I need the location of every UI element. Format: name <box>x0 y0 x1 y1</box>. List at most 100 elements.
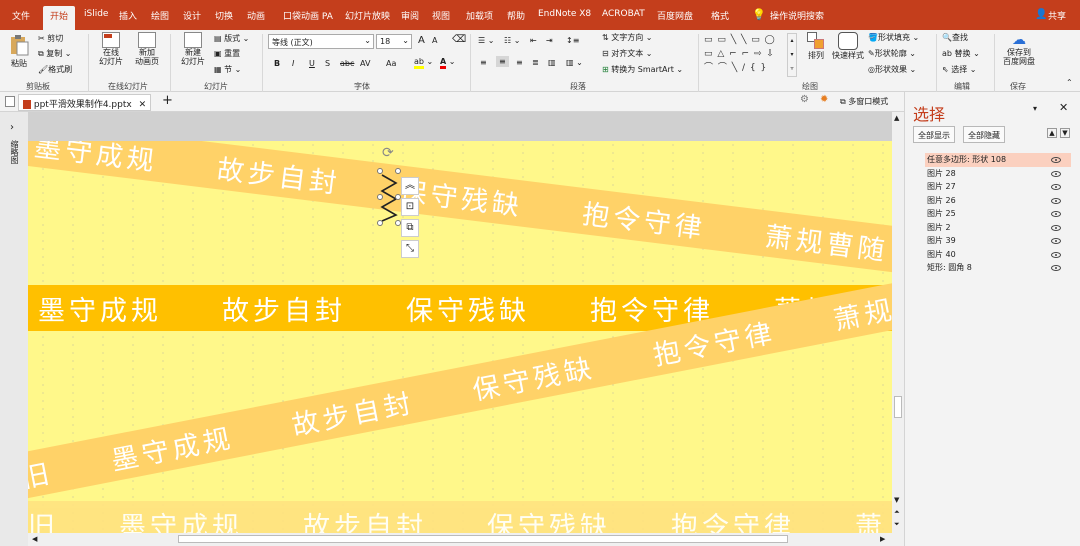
justify-icon[interactable]: ≣ <box>532 58 539 67</box>
layout-button[interactable]: ▤ 版式 ⌄ <box>214 33 249 44</box>
collapse-up-icon[interactable]: ︽ <box>401 177 419 195</box>
scroll-h-thumb[interactable] <box>178 535 788 543</box>
distribute-icon[interactable]: ▥ <box>548 58 556 67</box>
visibility-eye-icon[interactable] <box>1051 157 1061 163</box>
prev-slide-icon[interactable]: ⏶ <box>894 508 900 517</box>
visibility-eye-icon[interactable] <box>1051 238 1061 244</box>
arrange-button[interactable]: 排列 <box>804 32 828 61</box>
slide-canvas[interactable]: 墨守成规故步自封保守残缺抱令守律萧规曹随 墨守成规故步自封保守残缺抱令守律萧规曹… <box>28 141 892 533</box>
ribbon-tab[interactable]: 设计 <box>183 9 201 22</box>
ribbon-tab[interactable]: 百度网盘 <box>657 9 693 22</box>
shape-fill-button[interactable]: 🪣形状填充 ⌄ <box>868 32 919 43</box>
ribbon-tab[interactable]: ACROBAT <box>602 9 645 19</box>
copy-button[interactable]: ⧉ 复制 ⌄ <box>38 48 72 59</box>
selection-list-item[interactable]: 图片 27 <box>925 180 1071 194</box>
shape-effects-button[interactable]: ◎形状效果 ⌄ <box>868 64 916 75</box>
ribbon-tab[interactable]: 格式 <box>711 9 729 22</box>
ribbon-tab[interactable]: 动画 <box>247 9 265 22</box>
quick-styles-button[interactable]: 快速样式 <box>830 32 866 61</box>
ribbon-tab[interactable]: 视图 <box>432 9 450 22</box>
cut-button[interactable]: ✂ 剪切 <box>38 33 63 44</box>
rotate-handle-icon[interactable]: ⟳ <box>382 145 394 161</box>
selection-handle[interactable] <box>377 168 383 174</box>
share-button[interactable]: 共享 <box>1048 9 1066 22</box>
indent-decrease-icon[interactable]: ⇤ <box>530 36 537 45</box>
gear-icon[interactable]: ✹ <box>820 94 828 105</box>
ribbon-tab[interactable]: 口袋动画 PA <box>283 9 333 22</box>
ribbon-tab[interactable]: 开始 <box>43 6 76 30</box>
align-right-icon[interactable]: ≡ <box>516 58 523 67</box>
visibility-eye-icon[interactable] <box>1051 197 1061 204</box>
hide-all-button[interactable]: 全部隐藏 <box>963 126 1005 143</box>
text-direction-button[interactable]: ⇅ 文字方向 ⌄ <box>602 32 653 43</box>
bring-forward-icon[interactable]: ⧉ <box>401 219 419 237</box>
underline-button[interactable]: U <box>309 59 315 68</box>
horizontal-scrollbar[interactable]: ◀ ▶ <box>28 533 892 546</box>
columns-icon[interactable]: ▥ ⌄ <box>566 58 583 67</box>
save-to-baidu-button[interactable]: ☁ 保存到 百度网盘 <box>998 32 1040 66</box>
font-color-button[interactable]: A ⌄ <box>440 57 455 69</box>
indent-increase-icon[interactable]: ⇥ <box>546 36 553 45</box>
visibility-eye-icon[interactable] <box>1051 224 1061 231</box>
settings-icon[interactable]: ⚙ <box>800 94 809 105</box>
selection-list-item[interactable]: 任意多边形: 形状 108 <box>925 153 1071 167</box>
ribbon-tab[interactable]: 加载项 <box>466 9 493 22</box>
ribbon-tab[interactable]: 绘图 <box>151 9 169 22</box>
new-slide-button[interactable]: 新建 幻灯片 <box>176 32 210 66</box>
ribbon-tab[interactable]: 幻灯片放映 <box>345 9 390 22</box>
vertical-scrollbar[interactable]: ▲ ▼ ⏶ ⏷ <box>892 112 904 546</box>
tell-me-search[interactable]: 操作说明搜索 <box>770 9 824 22</box>
close-pane-icon[interactable]: ✕ <box>1059 101 1068 114</box>
scroll-left-arrow[interactable]: ◀ <box>32 535 37 543</box>
ribbon-tab[interactable]: 切换 <box>215 9 233 22</box>
font-name-combo[interactable]: 等线 (正文) ⌄ <box>268 34 374 49</box>
shrink-font-button[interactable]: A <box>432 36 437 45</box>
section-button[interactable]: ▦ 节 ⌄ <box>214 64 241 75</box>
pane-options-icon[interactable]: ▾ <box>1033 104 1037 113</box>
ribbon-tab[interactable]: 审阅 <box>401 9 419 22</box>
change-case-button[interactable]: Aa <box>386 59 396 68</box>
align-center-icon[interactable]: ≡ <box>496 56 509 67</box>
replace-button[interactable]: ab 替换 ⌄ <box>942 48 980 59</box>
paste-button[interactable]: 粘贴 <box>8 34 30 69</box>
ribbon-tab[interactable]: iSlide <box>84 9 108 19</box>
selection-list-item[interactable]: 图片 2 <box>925 221 1071 235</box>
select-button[interactable]: ⇖ 选择 ⌄ <box>942 64 977 75</box>
new-tab-icon[interactable]: + <box>162 93 173 108</box>
scroll-right-arrow[interactable]: ▶ <box>880 535 885 543</box>
selection-list-item[interactable]: 图片 28 <box>925 167 1071 181</box>
expand-icon[interactable]: ⤡ <box>401 240 419 258</box>
visibility-eye-icon[interactable] <box>1051 265 1061 271</box>
shapes-scroll[interactable]: ▴ ▾ ▿ <box>787 33 797 77</box>
numbering-button[interactable]: ☷ ⌄ <box>504 36 520 45</box>
format-painter-button[interactable]: 🖌格式刷 <box>38 64 72 75</box>
shadow-button[interactable]: S <box>325 59 330 68</box>
selected-zigzag-shape[interactable]: ⟳ <box>377 145 401 226</box>
selection-list-item[interactable]: 图片 40 <box>925 248 1071 262</box>
visibility-eye-icon[interactable] <box>1051 184 1061 190</box>
next-slide-icon[interactable]: ⏷ <box>894 520 900 529</box>
multi-window-button[interactable]: ⧉ 多窗口模式 <box>840 96 888 107</box>
move-down-icon[interactable]: ▼ <box>1060 128 1070 138</box>
shapes-gallery[interactable]: ▭ ▭ ╲ ╲ ▭ ◯ ▭ △ ⌐ ⌐ ⇨ ⇩ ⌒ ⌒ ╲ ∕ { } <box>704 33 796 77</box>
selection-list-item[interactable]: 图片 26 <box>925 194 1071 208</box>
expand-thumbnails-icon[interactable]: › <box>10 122 14 133</box>
highlight-color-button[interactable]: ab ⌄ <box>414 57 433 69</box>
layout-options-icon[interactable]: ⊡ <box>401 198 419 216</box>
selection-handle[interactable] <box>377 220 383 226</box>
bottom-faded-band[interactable]: 旧 墨守成规 故步自封 保守残缺 抱令守律 萧 <box>28 501 892 533</box>
scroll-up-arrow[interactable]: ▲ <box>894 114 899 122</box>
visibility-eye-icon[interactable] <box>1051 251 1061 258</box>
new-anim-page-button[interactable]: 新加 动画页 <box>130 32 164 66</box>
ribbon-tab[interactable]: 插入 <box>119 9 137 22</box>
document-tab[interactable]: ppt平滑效果制作4.pptx ✕ <box>18 94 152 111</box>
bold-button[interactable]: B <box>274 59 280 68</box>
ribbon-tab[interactable]: 帮助 <box>507 9 525 22</box>
scroll-down-arrow[interactable]: ▼ <box>894 496 899 504</box>
close-tab-icon[interactable]: ✕ <box>139 100 147 110</box>
grow-font-button[interactable]: A <box>418 35 425 46</box>
char-spacing-button[interactable]: AV <box>360 59 370 68</box>
visibility-eye-icon[interactable] <box>1051 211 1061 217</box>
selection-list-item[interactable]: 图片 25 <box>925 207 1071 221</box>
show-all-button[interactable]: 全部显示 <box>913 126 955 143</box>
